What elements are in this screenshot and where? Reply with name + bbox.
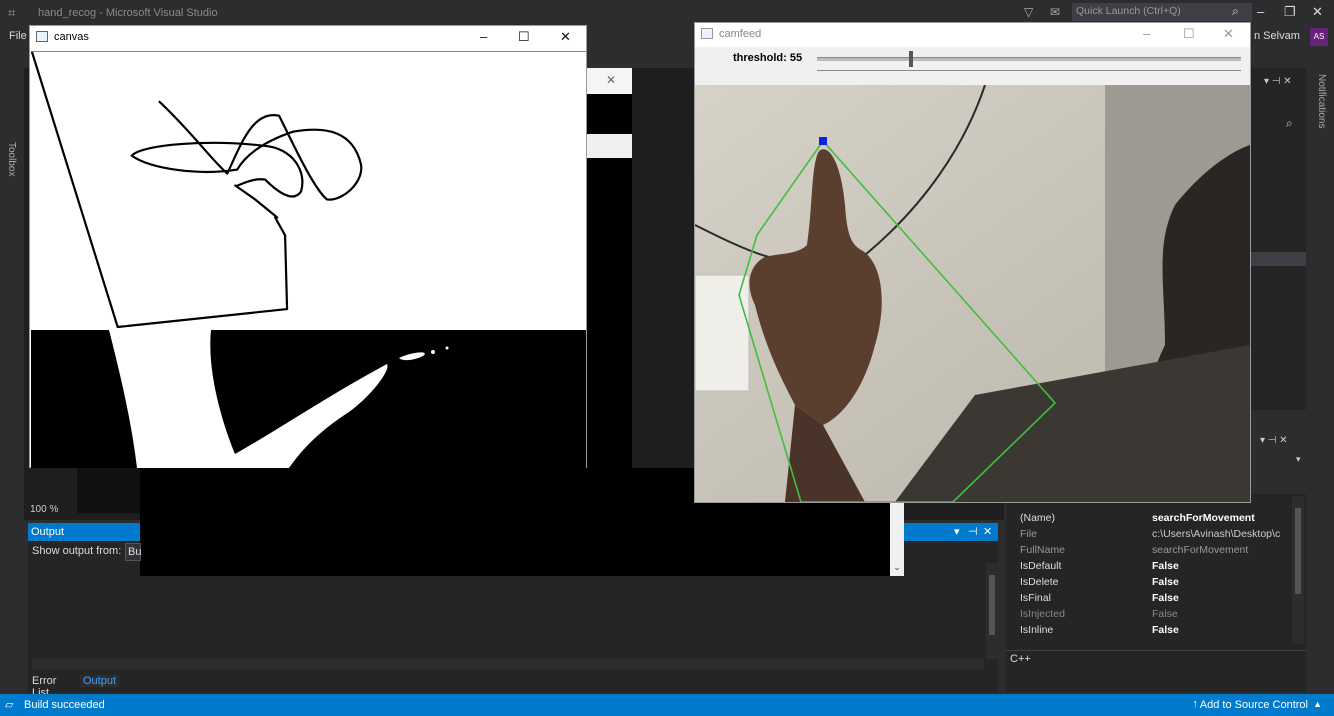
prop-row[interactable]: File c:\Users\Avinash\Desktop\c: [1020, 526, 1300, 542]
mask-spot: [431, 350, 435, 354]
threshold-trackbar-area: threshold: 55: [695, 47, 1250, 85]
status-message: Build succeeded: [24, 699, 105, 711]
arrow-up-icon: ↑: [1192, 698, 1199, 710]
camfeed-title-bar: camfeed – ☐ ✕: [695, 23, 1250, 47]
search-icon[interactable]: ⌕: [1232, 4, 1239, 19]
maximize-button[interactable]: ☐: [518, 29, 530, 45]
mask-window-edge: ✕: [586, 68, 632, 512]
panel-controls-icon[interactable]: ▾ ⊣ ✕: [1264, 76, 1292, 87]
maximize-button[interactable]: ☐: [1183, 26, 1195, 42]
scroll-thumb[interactable]: [989, 575, 995, 635]
close-button[interactable]: ✕: [1312, 4, 1323, 20]
build-icon: ▱: [5, 699, 14, 711]
prop-row[interactable]: (Name) searchForMovement: [1020, 510, 1300, 526]
output-vertical-scrollbar[interactable]: [986, 563, 998, 659]
canvas-title-bar: canvas – ☐ ✕: [30, 26, 586, 50]
filter-icon[interactable]: ▽: [1024, 5, 1033, 19]
prop-row[interactable]: IsFinal False: [1020, 590, 1300, 606]
minimize-button[interactable]: –: [480, 29, 487, 44]
menu-file[interactable]: File: [9, 30, 27, 42]
avatar[interactable]: AS: [1310, 28, 1328, 46]
properties-description: C++: [1006, 650, 1306, 692]
show-output-label: Show output from:: [32, 545, 122, 557]
right-tool-strip: Notifications: [1310, 68, 1334, 694]
restore-button[interactable]: ❐: [1284, 4, 1296, 20]
output-source-select[interactable]: Bu: [125, 543, 141, 561]
dropdown-icon[interactable]: ▾: [954, 525, 960, 538]
output-title: Output: [31, 526, 65, 538]
description-text: C++: [1010, 653, 1031, 665]
pin-icon[interactable]: ⊣: [968, 525, 978, 538]
zoom-level[interactable]: 100 %: [30, 504, 58, 515]
user-name[interactable]: n Selvam: [1254, 30, 1300, 42]
close-button[interactable]: ✕: [560, 29, 571, 45]
fingertip-marker: [819, 137, 827, 145]
prop-row[interactable]: IsDefault False: [1020, 558, 1300, 574]
window-title: hand_recog - Microsoft Visual Studio: [38, 7, 218, 19]
camera-feed-image: [695, 85, 1250, 502]
minimize-button[interactable]: –: [1143, 26, 1150, 41]
search-icon[interactable]: ⌕: [1286, 116, 1293, 131]
canvas-window: canvas – ☐ ✕: [29, 25, 587, 468]
chevron-up-icon[interactable]: ▲: [1313, 699, 1322, 709]
close-icon[interactable]: ✕: [586, 68, 632, 94]
prop-row[interactable]: FullName searchForMovement: [1020, 542, 1300, 558]
prop-row[interactable]: IsDelete False: [1020, 574, 1300, 590]
notifications-tab[interactable]: Notifications: [1316, 74, 1327, 128]
close-icon[interactable]: ✕: [983, 525, 992, 538]
feedback-icon[interactable]: ✉: [1050, 5, 1060, 19]
visual-studio-logo-icon: ⌗: [8, 5, 16, 20]
quick-launch-input[interactable]: Quick Launch (Ctrl+Q): [1072, 3, 1252, 21]
properties-grid: (Name) searchForMovement File c:\Users\Avi…: [1006, 494, 1306, 650]
threshold-label: threshold: 55: [733, 52, 803, 64]
output-horizontal-scrollbar[interactable]: [32, 659, 984, 669]
panel-controls-icon[interactable]: ▾ ⊣ ✕: [1260, 435, 1288, 446]
properties-scrollbar[interactable]: [1292, 496, 1304, 644]
minimize-button[interactable]: –: [1257, 4, 1264, 19]
threshold-mask: [31, 330, 586, 468]
drawing-canvas[interactable]: [31, 51, 586, 330]
camfeed-title: camfeed: [719, 28, 762, 40]
add-to-source-control[interactable]: Add to Source Control: [1200, 699, 1308, 711]
selected-row[interactable]: [1250, 252, 1306, 266]
window-strip: [586, 134, 632, 158]
prop-row[interactable]: IsInline False: [1020, 622, 1300, 638]
toolbox-tab[interactable]: Toolbox: [6, 142, 17, 176]
window-icon: [701, 28, 713, 39]
threshold-slider-ticks: [817, 67, 1241, 71]
threshold-slider-track[interactable]: [817, 57, 1241, 61]
solution-explorer-panel: ▾ ⊣ ✕ ⌕: [1250, 68, 1306, 410]
prop-row[interactable]: IsInjected False: [1020, 606, 1300, 622]
switch-board: [695, 274, 750, 392]
left-tool-strip: Toolbox: [0, 68, 24, 694]
window-icon: [36, 31, 48, 42]
mask-spot: [445, 346, 449, 350]
canvas-title: canvas: [54, 31, 89, 43]
scroll-thumb[interactable]: [1295, 508, 1301, 594]
close-button[interactable]: ✕: [1223, 26, 1234, 42]
status-bar: ▱ Build succeeded ↑ Add to Source Contro…: [0, 694, 1334, 716]
chevron-down-icon[interactable]: ▾: [1296, 454, 1301, 465]
camfeed-window: camfeed – ☐ ✕ threshold: 55: [694, 22, 1251, 503]
tab-output[interactable]: Output: [80, 675, 120, 687]
threshold-slider-thumb[interactable]: [909, 51, 913, 67]
